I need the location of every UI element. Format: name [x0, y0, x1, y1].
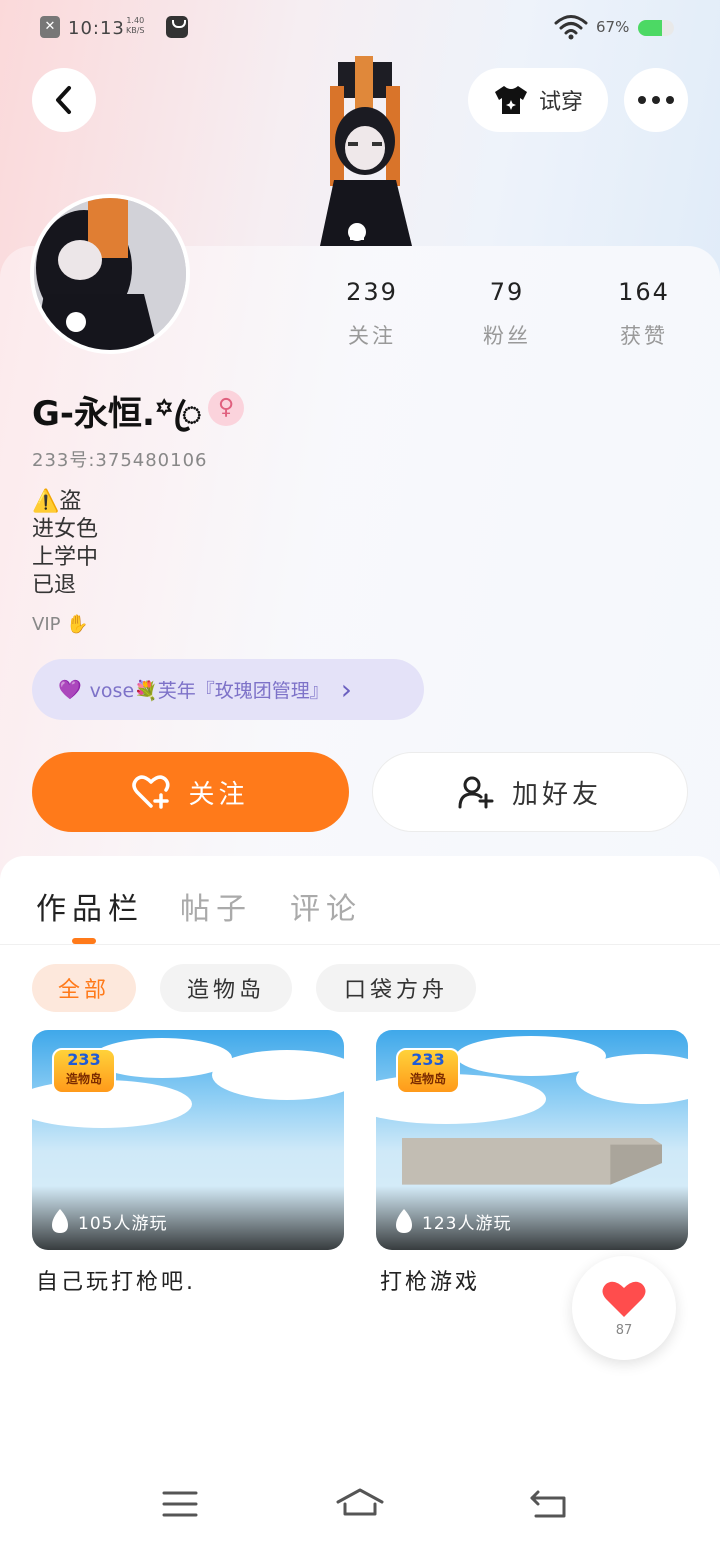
player-count-text: 123人游玩 — [422, 1213, 512, 1234]
stat-label: 粉丝 — [483, 324, 531, 348]
game-title[interactable]: 自己玩打枪吧. — [36, 1264, 196, 1296]
tab-posts[interactable]: 帖子 — [180, 884, 252, 928]
add-friend-label: 加好友 — [511, 779, 602, 810]
wifi-icon — [554, 15, 588, 40]
content-area: 作品栏 帖子 评论 全部 造物岛 口袋方舟 233 造物岛 105人游玩 自己玩… — [0, 856, 720, 1544]
tab-divider — [0, 944, 720, 945]
vip-text: VIP ✋ — [32, 614, 89, 635]
game-logo-number: 233 — [411, 1050, 445, 1069]
family-group-pill[interactable]: 💜 vose💐芙年『玫瑰团管理』 › — [32, 659, 424, 720]
game-logo-name: 造物岛 — [65, 1072, 102, 1086]
game-title[interactable]: 打枪游戏 — [380, 1264, 480, 1296]
filter-creation-island[interactable]: 造物岛 — [160, 964, 292, 1012]
cloud — [576, 1054, 688, 1104]
network-speed: 1.40 KB/S — [126, 16, 145, 36]
heart-plus-icon — [132, 775, 170, 809]
add-friend-button[interactable]: 加好友 — [372, 752, 688, 832]
back-button[interactable] — [32, 68, 96, 132]
game-card[interactable]: 233 造物岛 123人游玩 — [376, 1030, 688, 1250]
game-logo-name: 造物岛 — [409, 1072, 446, 1086]
stat-value: 239 — [346, 278, 398, 306]
network-speed-value: 1.40 — [126, 16, 145, 25]
user-id[interactable]: 233号:375480106 — [32, 446, 208, 472]
player-count: 105人游玩 — [50, 1208, 167, 1234]
follow-label: 关注 — [188, 779, 249, 810]
system-nav-bar — [0, 1464, 720, 1544]
like-button[interactable]: 87 — [572, 1256, 676, 1360]
status-bar: ✕ 10:13 1.40 KB/S 67% — [0, 0, 720, 56]
tab-works[interactable]: 作品栏 — [36, 884, 144, 928]
battery-fill — [638, 20, 663, 36]
chevron-right-icon: › — [340, 673, 352, 706]
player-count: 123人游玩 — [394, 1208, 511, 1234]
flame-icon — [52, 1209, 68, 1233]
filter-pocket-ark[interactable]: 口袋方舟 — [316, 964, 476, 1012]
more-options-button[interactable] — [624, 68, 688, 132]
tshirt-icon — [494, 86, 527, 114]
try-on-label: 试穿 — [538, 90, 583, 115]
follow-button[interactable]: 关注 — [32, 752, 349, 832]
game-card[interactable]: 233 造物岛 105人游玩 — [32, 1030, 344, 1250]
stat-likes[interactable]: 164 获赞 — [584, 278, 704, 350]
try-on-button[interactable]: 试穿 — [468, 68, 608, 132]
game-logo: 233 造物岛 — [396, 1048, 460, 1094]
family-group-label: vose💐芙年『玫瑰团管理』 — [89, 680, 329, 702]
stat-value: 164 — [618, 278, 670, 306]
stat-label: 获赞 — [620, 324, 668, 348]
shopping-bag-icon — [166, 16, 188, 38]
purple-heart-icon: 💜 — [58, 679, 82, 701]
stat-followers[interactable]: 79 粉丝 — [447, 278, 567, 350]
network-speed-unit: KB/S — [126, 26, 145, 35]
menu-icon[interactable] — [156, 1484, 204, 1524]
home-icon[interactable] — [336, 1484, 384, 1524]
user-bio: ⚠️盗 进女色 上学中 已退 — [32, 489, 99, 598]
flame-icon — [396, 1209, 412, 1233]
cloud — [212, 1050, 344, 1100]
filter-all[interactable]: 全部 — [32, 964, 136, 1012]
game-platform — [402, 1138, 662, 1185]
add-user-icon — [458, 776, 494, 809]
close-notification-icon: ✕ — [40, 16, 60, 38]
game-logo-number: 233 — [67, 1050, 101, 1069]
character-avatar-3d — [300, 56, 430, 246]
female-gender-icon: ♀ — [208, 390, 244, 426]
battery-icon — [638, 20, 674, 36]
stat-value: 79 — [489, 278, 525, 306]
back-icon — [56, 86, 71, 114]
game-logo: 233 造物岛 — [52, 1048, 116, 1094]
player-count-text: 105人游玩 — [78, 1213, 168, 1234]
battery-percent: 67% — [596, 18, 630, 36]
avatar[interactable] — [30, 194, 190, 354]
heart-icon — [602, 1281, 646, 1317]
stat-label: 关注 — [348, 324, 396, 348]
stat-following[interactable]: 239 关注 — [312, 278, 432, 350]
status-time: 10:13 — [68, 18, 125, 39]
more-icon — [638, 96, 674, 104]
tab-comments[interactable]: 评论 — [290, 884, 362, 928]
like-count: 87 — [615, 1322, 633, 1338]
return-icon[interactable] — [526, 1484, 574, 1524]
